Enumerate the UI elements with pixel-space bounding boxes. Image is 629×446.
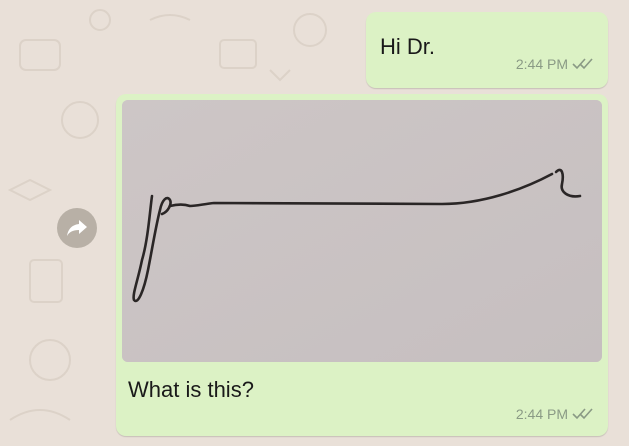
message-time: 2:44 PM [515,406,568,422]
message-text: Hi Dr. [380,34,435,59]
message-bubble-greeting[interactable]: Hi Dr. 2:44 PM [366,12,608,88]
double-check-icon [572,408,593,420]
photo-attachment[interactable] [122,100,602,362]
message-meta: 2:44 PM [516,406,594,422]
handwritten-scribble-image [122,100,602,362]
forward-button[interactable] [57,208,97,248]
message-text: What is this? [128,377,254,402]
double-check-icon [572,58,593,70]
message-time: 2:44 PM [515,56,568,72]
forward-arrow-icon [67,220,87,236]
message-bubble-photo[interactable]: What is this? 2:44 PM [116,94,608,436]
message-meta: 2:44 PM [516,56,594,72]
